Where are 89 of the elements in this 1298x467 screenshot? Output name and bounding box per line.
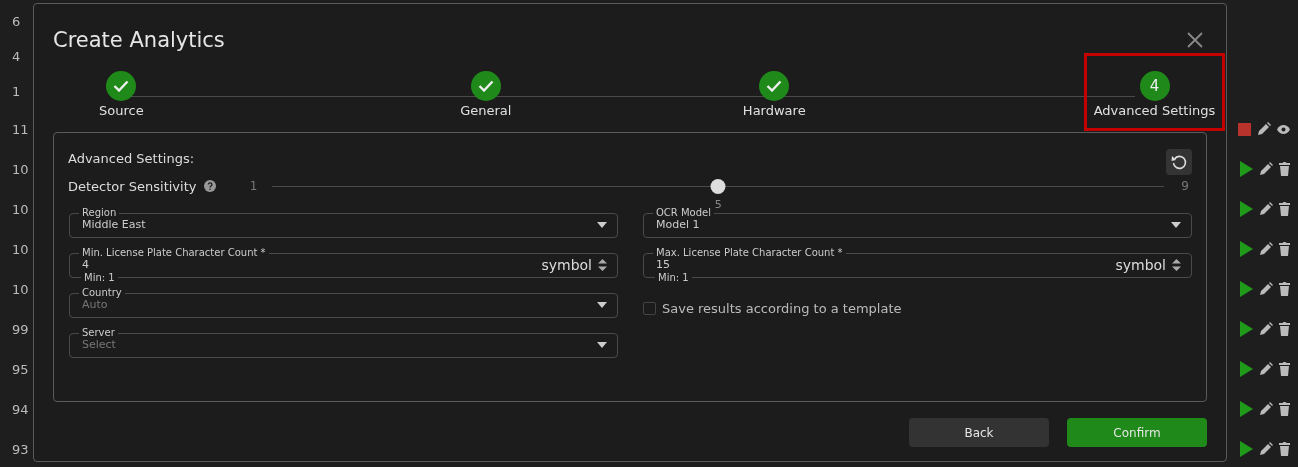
row-number: 4 (12, 49, 22, 64)
trash-icon[interactable] (1279, 442, 1290, 456)
field-label: Min. License Plate Character Count * (81, 248, 267, 258)
row-number: 94 (12, 401, 30, 417)
slider-label: Detector Sensitivity (68, 178, 197, 194)
field-value: 4 (82, 258, 89, 271)
slider-min-label: 1 (248, 179, 259, 193)
field-value: Auto (82, 298, 108, 311)
trash-icon[interactable] (1279, 202, 1290, 216)
pencil-icon[interactable] (1259, 402, 1273, 416)
field-value: Model 1 (656, 218, 700, 231)
row-number: 1 (12, 84, 22, 99)
pencil-icon[interactable] (1257, 122, 1271, 136)
trash-icon[interactable] (1279, 322, 1290, 336)
slider-thumb[interactable] (710, 178, 726, 194)
confirm-button[interactable]: Confirm (1067, 418, 1207, 447)
eye-icon[interactable] (1277, 124, 1290, 134)
trash-icon[interactable] (1279, 282, 1290, 296)
select-field[interactable]: Server Select (69, 328, 618, 358)
pencil-icon[interactable] (1259, 282, 1273, 296)
field-label: OCR Model (655, 208, 712, 218)
field-label: Country (81, 288, 123, 298)
checkbox-label: Save results according to a template (662, 300, 902, 316)
step-number: 4 (1149, 77, 1160, 95)
helper-text: Min: 1 (81, 273, 118, 283)
row-number: 10 (12, 201, 30, 217)
play-icon[interactable] (1240, 281, 1253, 297)
reset-button[interactable] (1166, 149, 1192, 175)
step-label: Hardware (742, 103, 806, 118)
section-title: Advanced Settings: (68, 150, 195, 166)
field-label: Max. License Plate Character Count * (655, 248, 844, 258)
caret-down-icon (597, 341, 607, 348)
field-label: Region (81, 208, 118, 218)
help-icon[interactable] (204, 180, 217, 192)
row-number: 10 (12, 241, 30, 257)
unit-label: symbol (541, 256, 592, 273)
unit-label: symbol (1115, 256, 1166, 273)
slider-value: 5 (714, 197, 722, 211)
select-field[interactable]: OCR Model Model 1 (643, 208, 1192, 238)
stepper-arrows-icon[interactable] (1172, 257, 1181, 272)
helper-text: Min: 1 (655, 273, 692, 283)
trash-icon[interactable] (1279, 362, 1290, 376)
close-button[interactable] (1187, 32, 1203, 48)
caret-down-icon (1171, 221, 1181, 228)
select-field[interactable]: Region Middle East (69, 208, 618, 238)
row-number: 95 (12, 361, 30, 377)
field-value: 15 (656, 258, 670, 271)
checkbox[interactable] (643, 301, 656, 315)
dialog-title: Create Analytics (53, 28, 225, 52)
select-field[interactable]: Country Auto (69, 288, 618, 318)
pencil-icon[interactable] (1259, 442, 1273, 456)
reset-icon (1171, 154, 1187, 170)
caret-down-icon (597, 221, 607, 228)
trash-icon[interactable] (1279, 402, 1290, 416)
row-number: 11 (12, 121, 30, 137)
stop-icon[interactable] (1238, 122, 1251, 136)
pencil-icon[interactable] (1259, 202, 1273, 216)
step-label: Source (99, 103, 144, 118)
play-icon[interactable] (1240, 241, 1253, 257)
trash-icon[interactable] (1279, 162, 1290, 176)
check-icon (113, 80, 130, 92)
field-value: Middle East (82, 218, 146, 231)
field-value: Select (82, 338, 116, 351)
pencil-icon[interactable] (1259, 242, 1273, 256)
stepper-arrows-icon[interactable] (598, 257, 607, 272)
pencil-icon[interactable] (1259, 162, 1273, 176)
caret-down-icon (597, 301, 607, 308)
row-number: 10 (12, 281, 30, 297)
check-icon (477, 80, 494, 92)
play-icon[interactable] (1240, 441, 1253, 457)
field-label: Server (81, 328, 116, 338)
back-button[interactable]: Back (909, 418, 1049, 447)
step-label: Advanced Settings (1093, 103, 1216, 118)
play-icon[interactable] (1240, 321, 1253, 337)
trash-icon[interactable] (1279, 242, 1290, 256)
row-number: 93 (12, 441, 30, 457)
row-number: 6 (12, 14, 22, 29)
check-icon (766, 80, 783, 92)
slider-max-label: 9 (1180, 179, 1190, 193)
pencil-icon[interactable] (1259, 322, 1273, 336)
row-number: 10 (12, 161, 30, 177)
play-icon[interactable] (1240, 401, 1253, 417)
step-label: General (460, 103, 512, 118)
play-icon[interactable] (1240, 361, 1253, 377)
play-icon[interactable] (1240, 161, 1253, 177)
pencil-icon[interactable] (1259, 362, 1273, 376)
row-number: 99 (12, 321, 30, 337)
play-icon[interactable] (1240, 201, 1253, 217)
close-icon (1187, 32, 1203, 48)
